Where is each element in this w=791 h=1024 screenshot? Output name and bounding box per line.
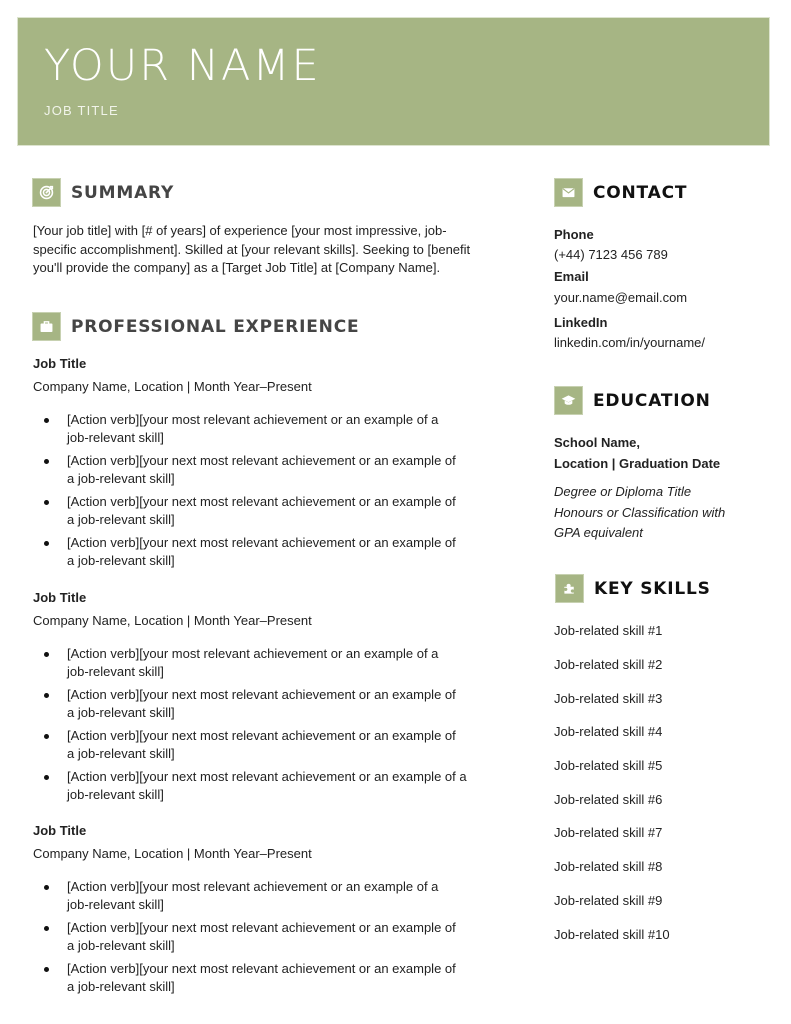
bullet-line: [Action verb][your next most relevant ac… [67, 769, 467, 784]
bullet-item: [Action verb][your most relevant achieve… [33, 411, 493, 447]
bullet-line: [Action verb][your next most relevant ac… [67, 728, 456, 743]
education-title: EDUCATION [593, 390, 711, 411]
skill-item: Job-related skill #8 [554, 859, 663, 874]
bullet-line: [Action verb][your next most relevant ac… [67, 494, 456, 509]
bullet-item: [Action verb][your next most relevant ac… [33, 452, 493, 488]
school-info: School Name, Location | Graduation Date [554, 432, 720, 474]
bullet-line: [Action verb][your next most relevant ac… [67, 453, 456, 468]
bullet-item: [Action verb][your next most relevant ac… [33, 960, 493, 996]
experience-heading: PROFESSIONAL EXPERIENCE [33, 313, 359, 340]
job-title: Job Title [33, 590, 87, 605]
skill-item: Job-related skill #10 [554, 927, 670, 942]
bullet-line: job-relevant skill] [67, 430, 164, 445]
summary-title: SUMMARY [71, 182, 175, 203]
skill-item: Job-related skill #9 [554, 893, 663, 908]
experience-title: PROFESSIONAL EXPERIENCE [71, 316, 360, 337]
bullet-line: [Action verb][your most relevant achieve… [67, 646, 439, 661]
bullet-item: [Action verb][your most relevant achieve… [33, 645, 493, 681]
summary-line: [Your job title] with [# of years] of ex… [33, 223, 447, 238]
bullet-line: [Action verb][your next most relevant ac… [67, 687, 456, 702]
bullet-line: a job-relevant skill] [67, 471, 175, 486]
bullet-dot [44, 885, 49, 890]
bullet-item: [Action verb][your next most relevant ac… [33, 919, 493, 955]
bullet-item: [Action verb][your next most relevant ac… [33, 768, 493, 804]
bullet-item: [Action verb][your next most relevant ac… [33, 534, 493, 570]
degree-line: GPA equivalent [554, 525, 643, 540]
header-banner: YOUR NAME JOB TITLE [18, 18, 769, 145]
bullet-line: a job-relevant skill] [67, 979, 175, 994]
bullet-line: a job-relevant skill] [67, 938, 175, 953]
bullet-dot [44, 459, 49, 464]
envelope-icon [555, 179, 582, 206]
bullet-dot [44, 926, 49, 931]
skill-item: Job-related skill #5 [554, 758, 663, 773]
briefcase-icon [33, 313, 60, 340]
bullet-line: job-relevant skill] [67, 787, 164, 802]
email-label: Email [554, 269, 589, 284]
candidate-name: YOUR NAME [44, 41, 321, 91]
degree-line: Degree or Diploma Title [554, 484, 692, 499]
job-bullets: [Action verb][your most relevant achieve… [33, 411, 493, 575]
degree-line: Honours or Classification with [554, 504, 726, 520]
skill-item: Job-related skill #6 [554, 792, 663, 807]
bullet-dot [44, 541, 49, 546]
job-bullets: [Action verb][your most relevant achieve… [33, 878, 493, 1001]
skill-item: Job-related skill #3 [554, 691, 663, 706]
job-bullets: [Action verb][your most relevant achieve… [33, 645, 493, 809]
job-meta: Company Name, Location | Month Year–Pres… [33, 379, 312, 394]
linkedin-label: LinkedIn [554, 315, 608, 330]
bullet-line: [Action verb][your most relevant achieve… [67, 879, 439, 894]
contact-title: CONTACT [593, 182, 688, 203]
bullet-line: [Action verb][your next most relevant ac… [67, 535, 456, 550]
bullet-line: [Action verb][your next most relevant ac… [67, 961, 456, 976]
skills-heading: KEY SKILLS [556, 575, 711, 602]
bullet-line: a job-relevant skill] [67, 705, 175, 720]
skill-item: Job-related skill #4 [554, 724, 663, 739]
summary-line: you'll provide the company] as a [Target… [33, 260, 441, 275]
skill-item: Job-related skill #7 [554, 825, 663, 840]
phone-label: Phone [554, 227, 594, 242]
skills-title: KEY SKILLS [594, 578, 711, 599]
graduation-cap-icon [555, 387, 582, 414]
phone-value: (+44) 7123 456 789 [554, 247, 668, 262]
linkedin-value[interactable]: linkedin.com/in/yourname/ [554, 334, 705, 353]
contact-heading: CONTACT [555, 179, 687, 206]
bullet-dot [44, 775, 49, 780]
bullet-item: [Action verb][your next most relevant ac… [33, 493, 493, 529]
bullet-line: a job-relevant skill] [67, 746, 175, 761]
bullet-item: [Action verb][your next most relevant ac… [33, 686, 493, 722]
job-title: Job Title [33, 356, 87, 371]
candidate-job-title: JOB TITLE [44, 103, 119, 118]
school-location-date: Location | Graduation Date [554, 456, 721, 471]
bullet-line: a job-relevant skill] [67, 553, 175, 568]
skill-item: Job-related skill #2 [554, 657, 663, 672]
summary-heading: SUMMARY [33, 179, 174, 206]
bullet-line: a job-relevant skill] [67, 512, 175, 527]
bullet-line: job-relevant skill] [67, 664, 164, 679]
puzzle-icon [556, 575, 583, 602]
bullet-dot [44, 418, 49, 423]
summary-text: [Your job title] with [# of years] of ex… [33, 222, 533, 278]
education-heading: EDUCATION [555, 387, 711, 414]
bullet-line: [Action verb][your most relevant achieve… [67, 412, 439, 427]
job-meta: Company Name, Location | Month Year–Pres… [33, 846, 312, 861]
bullet-dot [44, 693, 49, 698]
bullet-item: [Action verb][your most relevant achieve… [33, 878, 493, 914]
bullet-line: [Action verb][your next most relevant ac… [67, 920, 456, 935]
email-value[interactable]: your.name@email.com [554, 289, 687, 308]
job-title: Job Title [33, 823, 87, 838]
bullet-dot [44, 500, 49, 505]
summary-line: specific accomplishment]. Skilled at [yo… [33, 241, 471, 257]
target-icon [33, 179, 60, 206]
bullet-dot [44, 967, 49, 972]
skill-item: Job-related skill #1 [554, 623, 663, 638]
bullet-dot [44, 734, 49, 739]
school-name: School Name, [554, 435, 640, 450]
bullet-line: job-relevant skill] [67, 897, 164, 912]
degree-info: Degree or Diploma Title Honours or Class… [554, 482, 725, 544]
job-meta: Company Name, Location | Month Year–Pres… [33, 613, 312, 628]
bullet-dot [44, 652, 49, 657]
bullet-item: [Action verb][your next most relevant ac… [33, 727, 493, 763]
